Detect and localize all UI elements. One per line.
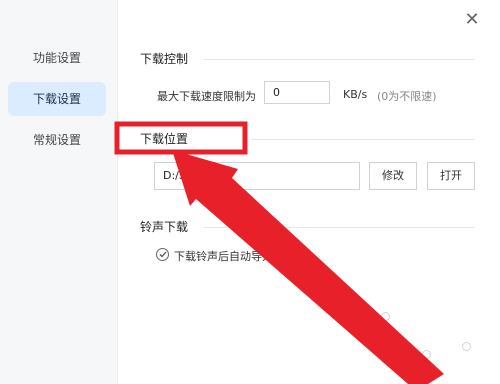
- highlight-box: [114, 121, 248, 155]
- arrow-annotation: [172, 150, 444, 384]
- annotation-overlay: [114, 121, 444, 384]
